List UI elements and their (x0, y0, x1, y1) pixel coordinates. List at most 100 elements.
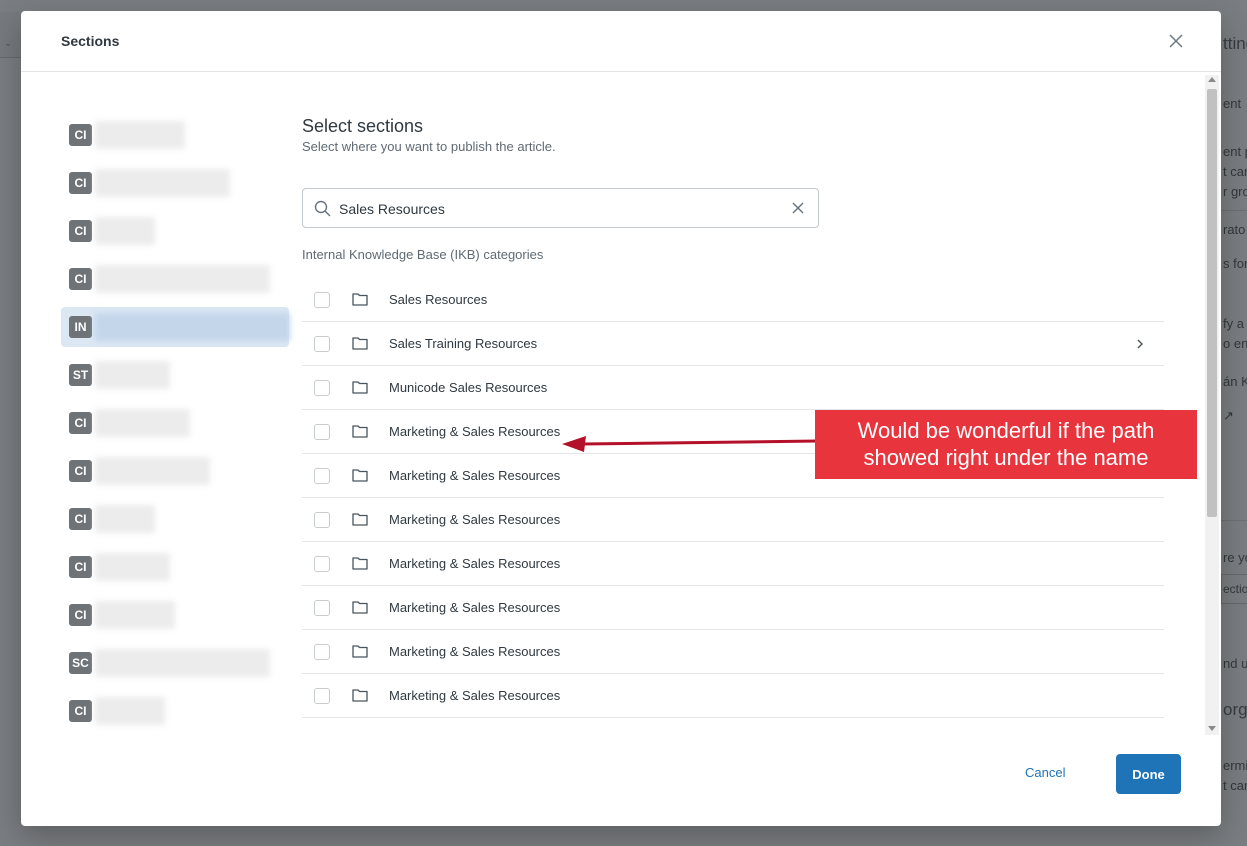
folder-icon (352, 293, 368, 306)
section-label: Sales Resources (389, 292, 488, 307)
redacted-label (95, 313, 290, 341)
folder-icon (352, 469, 368, 482)
scroll-thumb[interactable] (1207, 89, 1217, 517)
redacted-label (95, 553, 170, 581)
section-source-item[interactable]: CI (61, 403, 289, 443)
chevron-down-icon: ⌄ (4, 38, 13, 49)
folder-icon (352, 337, 368, 350)
section-badge: ST (69, 364, 92, 386)
section-row[interactable]: Marketing & Sales Resources (302, 542, 1164, 586)
section-row[interactable]: Marketing & Sales Resources (302, 498, 1164, 542)
section-checkbox[interactable] (314, 292, 330, 308)
section-badge: CI (69, 172, 92, 194)
search-value[interactable]: Sales Resources (339, 201, 445, 217)
folder-icon (352, 645, 368, 658)
section-badge: IN (69, 316, 92, 338)
section-badge: CI (69, 124, 92, 146)
close-icon (1169, 34, 1183, 48)
section-badge: CI (69, 700, 92, 722)
section-row[interactable]: Marketing & Sales Resources (302, 674, 1164, 718)
section-source-item[interactable]: CI (61, 691, 289, 731)
bg-fragment: tting (1223, 34, 1247, 53)
section-label: Marketing & Sales Resources (389, 512, 561, 527)
folder-icon (352, 425, 368, 438)
bg-fragment: fy a (1223, 316, 1244, 331)
scroll-down-arrow-icon[interactable] (1208, 726, 1216, 731)
bg-fragment: án K (1223, 374, 1247, 389)
close-button[interactable] (1165, 30, 1187, 52)
bg-fragment: o en (1223, 336, 1247, 351)
section-checkbox[interactable] (314, 512, 330, 528)
section-checkbox[interactable] (314, 424, 330, 440)
section-row[interactable]: Marketing & Sales Resources (302, 586, 1164, 630)
section-label: Marketing & Sales Resources (389, 600, 561, 615)
section-source-list: CI CI CI CI IN ST CI CI CI CI CI SC CI (61, 111, 291, 731)
modal-title: Sections (61, 33, 120, 49)
section-checkbox[interactable] (314, 556, 330, 572)
chevron-right-icon[interactable] (1135, 338, 1145, 350)
bg-fragment: t can (1223, 164, 1247, 179)
section-badge: CI (69, 412, 92, 434)
clear-search-icon[interactable] (791, 201, 805, 215)
redacted-label (95, 361, 170, 389)
redacted-label (95, 505, 155, 533)
external-link-icon: ↗ (1223, 408, 1234, 423)
redacted-label (95, 265, 270, 293)
done-button[interactable]: Done (1116, 754, 1181, 794)
section-source-item[interactable]: CI (61, 259, 289, 299)
category-label: Internal Knowledge Base (IKB) categories (302, 247, 544, 262)
page-title: Select sections (302, 116, 424, 136)
bg-divider (1221, 520, 1247, 521)
search-input[interactable]: Sales Resources (302, 188, 819, 228)
section-checkbox[interactable] (314, 468, 330, 484)
section-checkbox[interactable] (314, 600, 330, 616)
section-source-item[interactable]: ST (61, 355, 289, 395)
section-label: Municode Sales Resources (389, 380, 548, 395)
folder-icon (352, 689, 368, 702)
section-source-item[interactable]: CI (61, 451, 289, 491)
section-checkbox[interactable] (314, 380, 330, 396)
redacted-label (95, 169, 230, 197)
section-label: Marketing & Sales Resources (389, 556, 561, 571)
section-row[interactable]: Municode Sales Resources (302, 366, 1164, 410)
bg-fragment: orga (1223, 700, 1247, 719)
page-subtitle: Select where you want to publish the art… (302, 139, 556, 154)
background-topbar: ⌄ (0, 12, 22, 58)
section-source-item[interactable]: CI (61, 211, 289, 251)
redacted-label (95, 649, 270, 677)
bg-fragment: ectio (1223, 582, 1247, 596)
section-source-item[interactable]: CI (61, 499, 289, 539)
section-checkbox[interactable] (314, 688, 330, 704)
cancel-button[interactable]: Cancel (1025, 765, 1065, 780)
section-label: Sales Training Resources (389, 336, 538, 351)
section-source-item[interactable]: IN (61, 307, 290, 347)
scroll-up-arrow-icon[interactable] (1208, 77, 1216, 82)
bg-fragment: ent p (1223, 144, 1247, 159)
section-source-item[interactable]: CI (61, 163, 289, 203)
section-source-item[interactable]: CI (61, 547, 289, 587)
section-row[interactable]: Sales Resources (302, 278, 1164, 322)
section-badge: CI (69, 508, 92, 530)
redacted-label (95, 601, 175, 629)
section-row[interactable]: Marketing & Sales Resources (302, 630, 1164, 674)
section-checkbox[interactable] (314, 336, 330, 352)
bg-fragment: ent (1223, 96, 1242, 111)
redacted-label (95, 121, 185, 149)
folder-icon (352, 381, 368, 394)
bg-fragment: ermi (1223, 758, 1247, 773)
section-checkbox[interactable] (314, 644, 330, 660)
bg-fragment: re yo (1223, 550, 1247, 565)
search-icon (314, 200, 331, 217)
annotation-line-2: showed right under the name (863, 445, 1149, 470)
section-badge: CI (69, 604, 92, 626)
section-badge: SC (69, 652, 92, 674)
scrollbar[interactable] (1205, 75, 1219, 735)
folder-icon (352, 557, 368, 570)
annotation-arrow-icon (562, 436, 819, 452)
section-row[interactable]: Sales Training Resources (302, 322, 1164, 366)
section-source-item[interactable]: SC (61, 643, 289, 683)
folder-icon (352, 601, 368, 614)
section-source-item[interactable]: CI (61, 115, 289, 155)
modal-header: Sections (21, 11, 1221, 72)
section-source-item[interactable]: CI (61, 595, 289, 635)
